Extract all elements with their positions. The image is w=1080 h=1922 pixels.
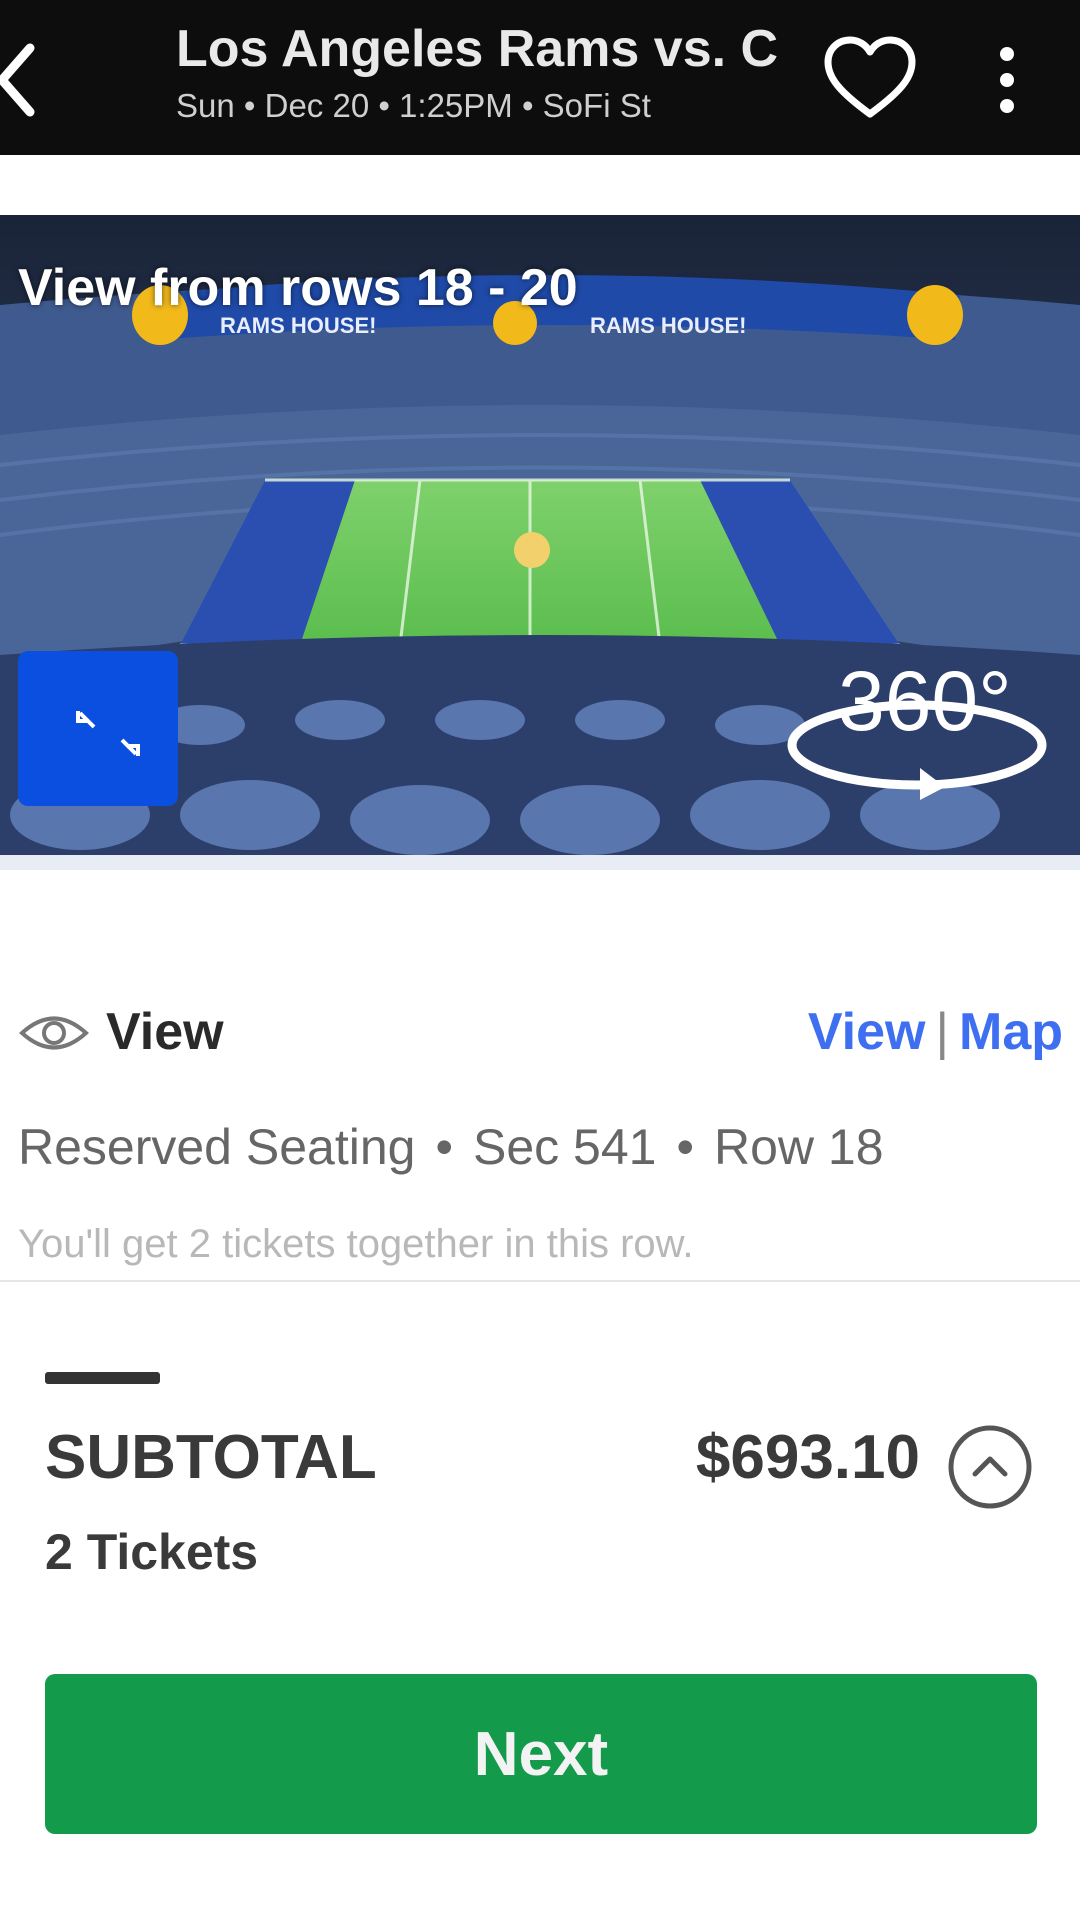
- badge-360-text: 360°: [838, 654, 1012, 748]
- rotate-360-icon: 360°: [787, 654, 1047, 800]
- chevron-up-icon: [948, 1425, 1032, 1509]
- back-button[interactable]: [0, 30, 60, 130]
- expand-icon: [76, 711, 140, 756]
- sheet-drag-handle[interactable]: [45, 1372, 160, 1384]
- banner-right-text: RAMS HOUSE!: [590, 313, 746, 338]
- view-toggle-link[interactable]: View: [808, 1003, 926, 1061]
- eye-icon: [19, 1016, 89, 1050]
- expand-subtotal-button[interactable]: [945, 1422, 1035, 1512]
- view-map-toggle: View | Map: [808, 1000, 1063, 1064]
- section-number: Sec 541: [472, 1119, 657, 1175]
- separator-dot: •: [435, 1119, 453, 1175]
- seat-details: Reserved Seating • Sec 541 • Row 18: [18, 1115, 884, 1179]
- subtotal-amount: $693.10: [695, 1423, 920, 1492]
- view-label: View: [106, 1003, 224, 1061]
- row-number: Row 18: [713, 1119, 884, 1175]
- expand-view-button[interactable]: [18, 651, 178, 806]
- event-title: Los Angeles Rams vs. C: [176, 20, 779, 78]
- toggle-separator: |: [935, 1003, 949, 1061]
- favorite-button[interactable]: [820, 30, 920, 130]
- seating-type: Reserved Seating: [18, 1119, 416, 1175]
- next-button[interactable]: Next: [45, 1674, 1037, 1834]
- view-caption: View from rows 18 - 20: [18, 259, 578, 317]
- view-row: View View | Map: [18, 1000, 1063, 1070]
- subtotal-label: SUBTOTAL: [45, 1423, 377, 1492]
- heart-icon: [824, 36, 916, 118]
- more-vertical-icon: [1000, 47, 1014, 113]
- event-subtitle: Sun • Dec 20 • 1:25PM • SoFi St: [176, 87, 651, 124]
- checkout-sheet: SUBTOTAL $693.10 2 Tickets Next: [0, 1280, 1080, 1922]
- more-options-button[interactable]: [985, 40, 1030, 120]
- ticket-count: 2 Tickets: [45, 1524, 259, 1580]
- ticket-note: You'll get 2 tickets together in this ro…: [18, 1222, 694, 1266]
- view-360-button[interactable]: 360°: [780, 650, 1055, 800]
- top-app-bar: Los Angeles Rams vs. C Sun • Dec 20 • 1:…: [0, 0, 1080, 155]
- map-toggle-link[interactable]: Map: [959, 1003, 1063, 1061]
- back-arrow-icon: [0, 43, 35, 117]
- separator-dot: •: [676, 1119, 694, 1175]
